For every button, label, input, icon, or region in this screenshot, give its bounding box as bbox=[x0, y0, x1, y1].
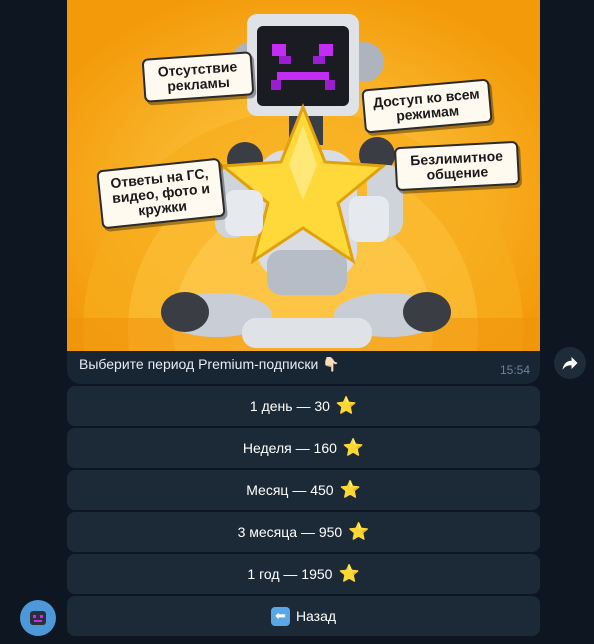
plan-button-label: 1 день — 30 bbox=[249, 398, 330, 414]
star-icon: ⭐ bbox=[339, 480, 361, 499]
feature-sticker-unlimited: Безлимитное общение bbox=[393, 140, 521, 192]
plan-button-label: 1 год — 1950 bbox=[247, 566, 333, 582]
star-icon: ⭐ bbox=[342, 438, 365, 457]
share-arrow-icon bbox=[562, 357, 578, 370]
message-bubble: Отсутствие рекламы Доступ ко всем режима… bbox=[67, 0, 540, 384]
message-caption: Выберите период Premium-подписки 👇🏻 bbox=[79, 356, 340, 372]
plan-button-1-year[interactable]: 1 год — 1950 ⭐ bbox=[67, 554, 540, 594]
bot-avatar[interactable] bbox=[20, 600, 56, 636]
message-time: 15:54 bbox=[499, 363, 530, 377]
promo-image[interactable]: Отсутствие рекламы Доступ ко всем режима… bbox=[67, 0, 540, 351]
plan-button-label: Месяц — 450 bbox=[246, 482, 334, 498]
plan-button-label: 3 месяца — 950 bbox=[237, 524, 343, 540]
star-icon: ⭐ bbox=[335, 396, 358, 415]
plan-button-label: Неделя — 160 bbox=[242, 440, 337, 456]
share-button[interactable] bbox=[554, 347, 586, 379]
plan-button-3-months[interactable]: 3 месяца — 950 ⭐ bbox=[67, 512, 540, 552]
star-icon: ⭐ bbox=[338, 564, 360, 583]
back-button[interactable]: ⬅ Назад bbox=[67, 596, 540, 636]
back-arrow-icon: ⬅ bbox=[270, 606, 290, 626]
back-button-label: Назад bbox=[295, 608, 337, 624]
plan-button-1-day[interactable]: 1 день — 30 ⭐ bbox=[67, 386, 540, 426]
feature-sticker-no-ads: Отсутствие рекламы bbox=[141, 51, 255, 103]
plan-button-week[interactable]: Неделя — 160 ⭐ bbox=[67, 428, 540, 468]
star-icon: ⭐ bbox=[348, 522, 370, 541]
robot-face-icon bbox=[30, 611, 46, 625]
plan-button-month[interactable]: Месяц — 450 ⭐ bbox=[67, 470, 540, 510]
